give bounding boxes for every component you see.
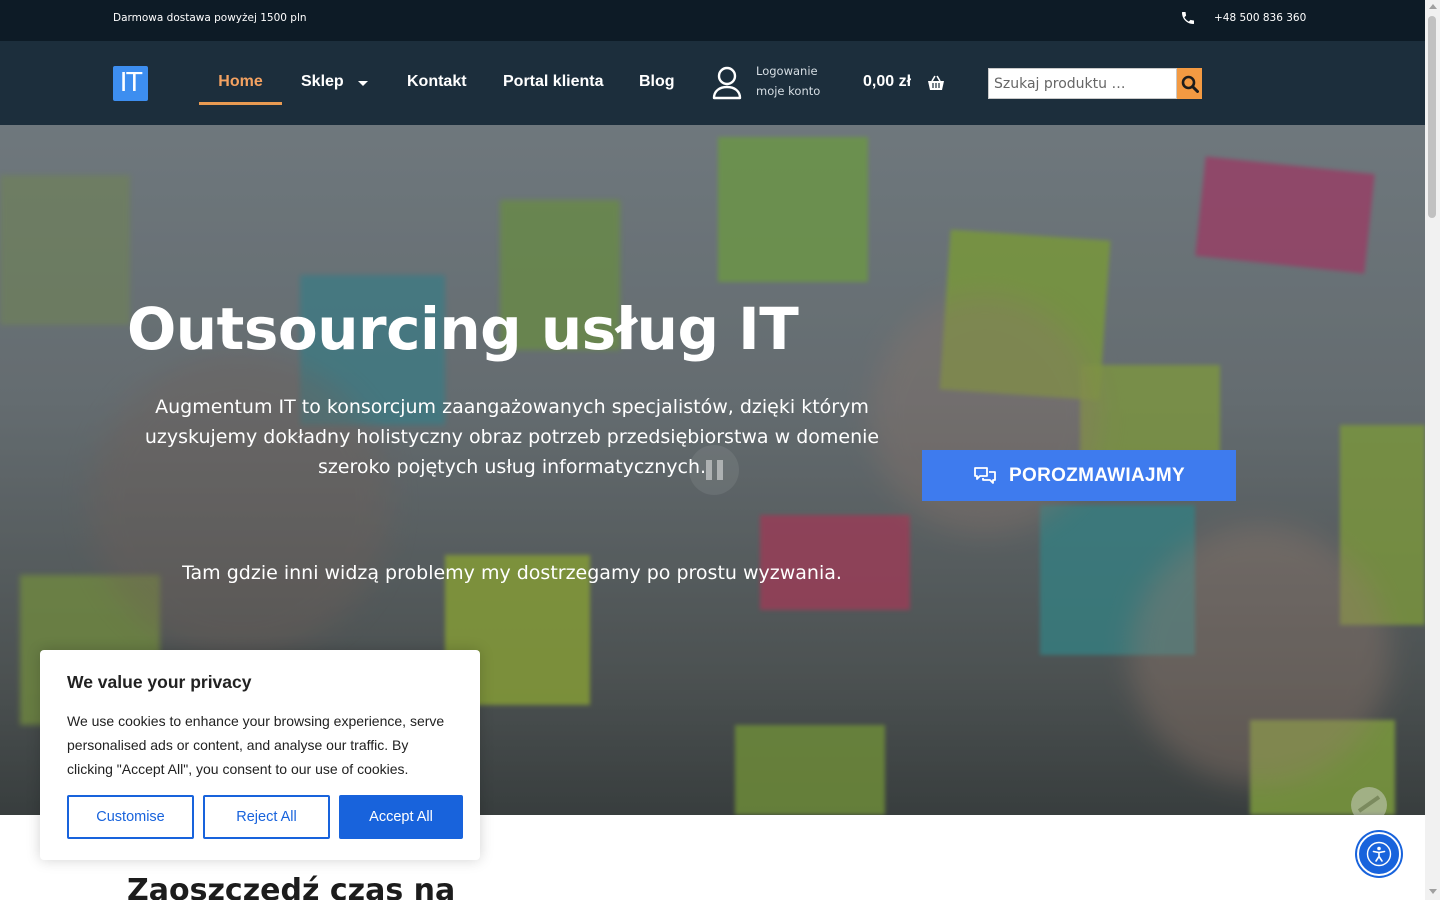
contact-cta-label: POROZMAWIAJMY <box>1009 464 1185 486</box>
recaptcha-badge-icon <box>1351 787 1387 815</box>
main-header: IT Home Sklep Kontakt Portal klienta Blo… <box>0 41 1425 125</box>
phone-icon <box>1182 12 1194 24</box>
scrollbar-thumb[interactable] <box>1428 16 1436 218</box>
hero-tagline: Tam gdzie inni widzą problemy my dostrze… <box>182 562 842 584</box>
cookie-consent-banner: We value your privacy We use cookies to … <box>40 650 480 860</box>
search-button[interactable] <box>1177 68 1202 99</box>
phone-number[interactable]: +48 500 836 360 <box>1214 12 1306 24</box>
reject-all-button[interactable]: Reject All <box>203 795 330 839</box>
user-icon[interactable] <box>712 66 742 100</box>
product-search <box>988 68 1202 99</box>
contact-cta-button[interactable]: POROZMAWIAJMY <box>922 450 1236 501</box>
login-link[interactable]: Logowanie <box>756 61 820 81</box>
top-bar: Darmowa dostawa powyżej 1500 pln +48 500… <box>0 0 1425 41</box>
accessibility-icon <box>1366 841 1392 867</box>
cookie-actions: Customise Reject All Accept All <box>67 795 463 839</box>
scroll-up-icon[interactable] <box>1429 4 1437 9</box>
my-account-link[interactable]: moje konto <box>756 81 820 101</box>
section-heading: Zaoszczędź czas na <box>127 873 456 900</box>
accessibility-button[interactable] <box>1357 832 1401 876</box>
nav-contact[interactable]: Kontakt <box>407 73 467 91</box>
hero-title: Outsourcing usług IT <box>127 295 799 363</box>
accept-all-button[interactable]: Accept All <box>339 795 463 839</box>
cart-total[interactable]: 0,00 zł <box>863 73 911 91</box>
search-input[interactable] <box>988 68 1177 99</box>
nav-home[interactable]: Home <box>199 73 282 91</box>
hero-description: Augmentum IT to konsorcjum zaangażowanyc… <box>144 396 880 478</box>
account-links[interactable]: Logowanie moje konto <box>756 61 820 101</box>
customise-button[interactable]: Customise <box>67 795 194 839</box>
nav-active-indicator <box>199 102 282 105</box>
cookie-title: We value your privacy <box>67 672 252 692</box>
basket-icon[interactable] <box>927 75 945 91</box>
nav-client-portal[interactable]: Portal klienta <box>503 73 603 91</box>
page-scrollbar[interactable] <box>1425 0 1440 900</box>
phone-contact[interactable]: +48 500 836 360 <box>1180 10 1306 26</box>
free-shipping-text: Darmowa dostawa powyżej 1500 pln <box>113 12 307 24</box>
nav-blog[interactable]: Blog <box>639 73 675 91</box>
site-logo[interactable]: IT <box>113 66 148 101</box>
cookie-text: We use cookies to enhance your browsing … <box>67 713 445 777</box>
chat-bubbles-icon <box>974 466 996 484</box>
pause-icon[interactable] <box>689 445 739 495</box>
nav-shop[interactable]: Sklep <box>301 73 368 91</box>
chevron-down-icon <box>357 80 368 86</box>
nav-shop-label: Sklep <box>301 73 344 90</box>
scroll-down-icon[interactable] <box>1429 889 1437 894</box>
search-icon <box>1181 75 1199 93</box>
